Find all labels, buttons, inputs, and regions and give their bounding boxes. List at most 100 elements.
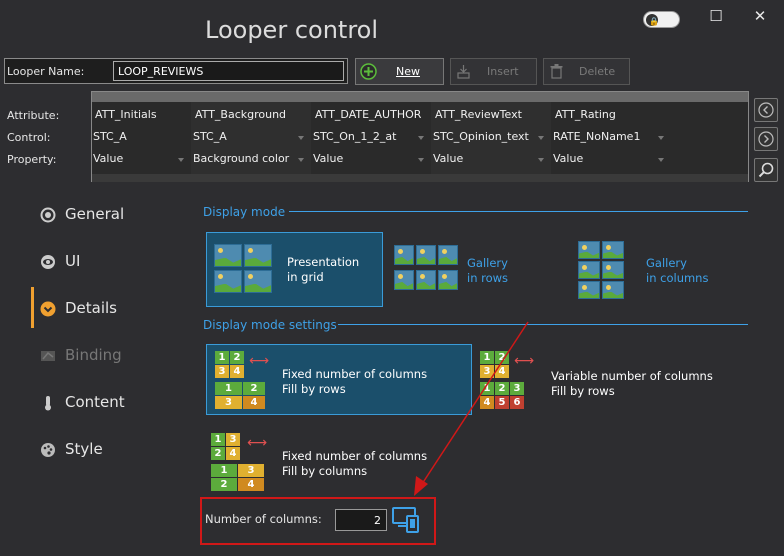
- grid-tile-icon: [214, 270, 242, 293]
- number-cell: 2: [211, 478, 237, 491]
- grid-control-cell[interactable]: STC_Opinion_text: [433, 130, 529, 143]
- grid-property-cell[interactable]: Background color: [193, 152, 289, 165]
- dropdown-arrow-icon[interactable]: [298, 136, 304, 140]
- delete-button-label: Delete: [579, 65, 616, 78]
- binding-icon: [41, 351, 55, 361]
- dropdown-arrow-icon[interactable]: [658, 158, 664, 162]
- number-cell: 1: [215, 351, 229, 364]
- gallery-tile-icon: [602, 261, 624, 279]
- radio-icon: [40, 207, 56, 223]
- number-cell: 3: [238, 464, 264, 477]
- dropdown-arrow-icon[interactable]: [418, 158, 424, 162]
- gallery-tile-icon: [578, 281, 600, 299]
- scroll-left-button[interactable]: [754, 98, 778, 122]
- presentation-grid-option[interactable]: Presentation in grid: [206, 232, 383, 307]
- window-title: Looper control: [205, 16, 379, 44]
- insert-button-label: Insert: [487, 65, 519, 78]
- insert-icon: [457, 65, 470, 79]
- gallery-rows-option[interactable]: Gallery in rows: [390, 240, 540, 300]
- nav-item-label: Content: [65, 393, 125, 411]
- nav-item-label: Details: [65, 299, 118, 317]
- number-cell: 1: [211, 433, 225, 446]
- palette-icon: [41, 443, 55, 457]
- chevron-right-icon: [758, 131, 774, 147]
- grid-attribute-cell[interactable]: ATT_ReviewText: [435, 108, 522, 121]
- dropdown-arrow-icon[interactable]: [538, 136, 544, 140]
- maximize-button[interactable]: ☐: [706, 6, 726, 26]
- trash-icon: [550, 64, 563, 79]
- devices-icon[interactable]: [392, 506, 420, 534]
- number-cell: 4: [238, 478, 264, 491]
- dropdown-arrow-icon[interactable]: [418, 136, 424, 140]
- columns-input[interactable]: [335, 509, 387, 531]
- new-button-label: New: [396, 65, 420, 78]
- lock-toggle[interactable]: 🔒: [643, 11, 680, 28]
- gallery-tile-icon: [578, 261, 600, 279]
- eye-icon: [41, 255, 55, 269]
- grid-property-cell[interactable]: Value: [313, 152, 343, 165]
- grid-scrollbar[interactable]: [92, 174, 748, 182]
- grid-tile-icon: [214, 244, 242, 267]
- plus-circle-icon: [360, 63, 377, 80]
- option-label: Gallery in rows: [467, 256, 509, 285]
- control-row-label: Control:: [7, 131, 51, 144]
- delete-button[interactable]: Delete: [543, 58, 630, 85]
- gallery-tile-icon: [416, 245, 436, 265]
- scroll-right-button[interactable]: [754, 127, 778, 151]
- grid-attribute-cell[interactable]: ATT_Background: [195, 108, 286, 121]
- number-cell: 3: [215, 396, 242, 409]
- lock-knob: 🔒: [646, 14, 659, 26]
- annotation-arrow: [414, 321, 529, 496]
- grid-attribute-cell[interactable]: ATT_Rating: [555, 108, 616, 121]
- gallery-tile-icon: [578, 241, 600, 259]
- number-cell: 4: [226, 447, 240, 460]
- number-cell: 4: [243, 396, 265, 409]
- number-cell: 2: [211, 447, 225, 460]
- thermometer-icon: [45, 396, 51, 411]
- close-button[interactable]: ✕: [750, 6, 770, 26]
- insert-button[interactable]: Insert: [450, 58, 537, 85]
- looper-name-input[interactable]: [113, 61, 344, 81]
- gallery-columns-option[interactable]: Gallery in columns: [575, 240, 725, 300]
- dropdown-arrow-icon[interactable]: [178, 158, 184, 162]
- attribute-grid: ATT_Initials STC_A Value ATT_Background …: [91, 91, 749, 182]
- search-icon: [758, 162, 774, 178]
- grid-tile-icon: [244, 244, 272, 267]
- dropdown-arrow-icon[interactable]: [658, 136, 664, 140]
- nav-item-label: General: [65, 205, 125, 223]
- display-settings-title: Display mode settings: [203, 318, 337, 332]
- grid-control-cell[interactable]: STC_A: [93, 130, 127, 143]
- chevron-circle-icon: [40, 301, 56, 317]
- nav-item-label: Binding: [65, 346, 122, 364]
- gallery-tile-icon: [438, 245, 458, 265]
- number-cell: 3: [215, 365, 229, 378]
- grid-property-cell[interactable]: Value: [553, 152, 583, 165]
- grid-property-cell[interactable]: Value: [433, 152, 463, 165]
- gallery-tile-icon: [602, 241, 624, 259]
- columns-label: Number of columns:: [205, 512, 322, 526]
- search-button[interactable]: [754, 158, 778, 182]
- dropdown-arrow-icon[interactable]: [298, 158, 304, 162]
- new-button[interactable]: New: [355, 58, 444, 85]
- grid-attribute-cell[interactable]: ATT_Initials: [95, 108, 157, 121]
- grid-control-cell[interactable]: STC_On_1_2_at: [313, 130, 396, 143]
- grid-control-cell[interactable]: RATE_NoName1: [553, 130, 640, 143]
- grid-tile-icon: [244, 270, 272, 293]
- gallery-tile-icon: [602, 281, 624, 299]
- gallery-tile-icon: [416, 270, 436, 290]
- dropdown-arrow-icon[interactable]: [538, 158, 544, 162]
- resize-arrows-icon: ⟷: [247, 435, 268, 451]
- attribute-row-label: Attribute:: [7, 109, 60, 122]
- nav-item-label: UI: [65, 252, 81, 270]
- number-cell: 1: [211, 464, 237, 477]
- display-mode-title: Display mode: [203, 205, 286, 219]
- lock-icon: 🔒: [649, 17, 659, 26]
- chevron-left-icon: [758, 102, 774, 118]
- grid-property-cell[interactable]: Value: [93, 152, 123, 165]
- active-nav-indicator: [31, 287, 34, 328]
- grid-control-cell[interactable]: STC_A: [193, 130, 227, 143]
- grid-attribute-cell[interactable]: ATT_DATE_AUTHOR: [315, 108, 421, 121]
- number-cell: 2: [243, 382, 265, 395]
- number-cell: 2: [230, 351, 244, 364]
- resize-arrows-icon: ⟷: [249, 353, 270, 369]
